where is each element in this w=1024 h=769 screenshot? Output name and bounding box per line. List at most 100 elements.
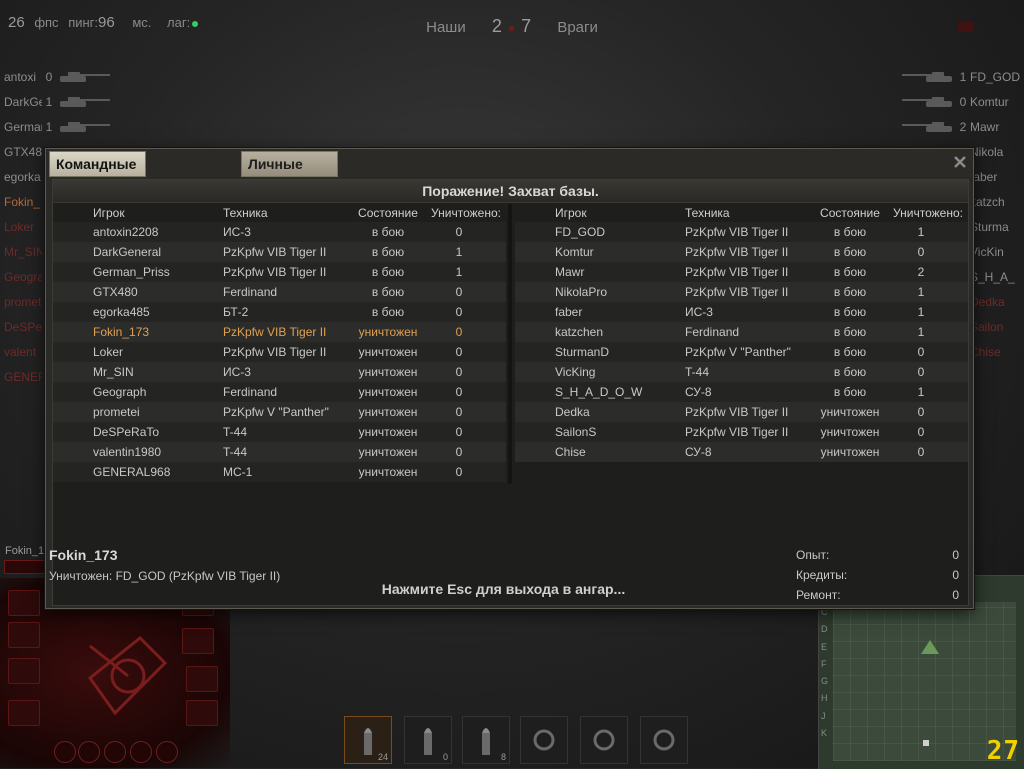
kill-count: 0: [917, 345, 925, 359]
tank-name: ИС-3: [223, 225, 251, 239]
tank-name: PzKpfw VIB Tiger II: [685, 225, 789, 239]
minimap-row-label: E: [821, 641, 828, 652]
module-icon: [8, 590, 40, 616]
tank-name: СУ-8: [685, 385, 712, 399]
side-player-name: Nikola: [970, 144, 1004, 159]
vehicle-state: уничтожен: [820, 405, 880, 419]
player-name: Mr_SIN: [93, 365, 134, 379]
tank-icon: [898, 121, 956, 133]
tab-personal-achievements[interactable]: Личные достижения: [241, 151, 339, 196]
tank-name: МС-1: [223, 465, 253, 479]
tab-team-achievements[interactable]: Командные достижения: [49, 151, 147, 196]
side-player-name: VicKin: [970, 244, 1004, 259]
col-state: Состояние: [358, 206, 418, 220]
close-button[interactable]: [951, 153, 969, 171]
player-name: German_Priss: [93, 265, 170, 279]
kill-count: 0: [455, 285, 463, 299]
side-player-name: Geogra: [4, 269, 42, 284]
module-icon: [8, 700, 40, 726]
table-row: German_Priss PzKpfw VIB Tiger II в бою 1: [53, 262, 506, 282]
consumable-repair-slot[interactable]: [520, 716, 568, 764]
crew-icon: [156, 741, 178, 763]
list-item: German1: [4, 118, 114, 143]
table-header: Игрок Техника Состояние Уничтожено:: [53, 204, 506, 222]
base-marker-icon: [923, 740, 929, 746]
tank-name: PzKpfw V "Panther": [223, 405, 329, 419]
tank-name: PzKpfw VIB Tiger II: [223, 245, 327, 259]
player-name: antoxin2208: [93, 225, 159, 239]
tank-icon: [56, 71, 114, 83]
side-player-name: GTX480: [4, 144, 42, 159]
side-player-name: katzch: [970, 194, 1005, 209]
stat-value: 0: [952, 548, 959, 562]
consumable-extinguisher-icon: [653, 729, 675, 751]
kill-count: 0: [917, 405, 925, 419]
module-icon: [186, 666, 218, 692]
consumable-medkit-slot[interactable]: [580, 716, 628, 764]
vehicle-state: в бою: [371, 225, 405, 239]
side-kill-count: 0: [959, 94, 967, 109]
list-item: antoxi 0: [4, 68, 114, 93]
side-player-name: S_H_A_: [970, 269, 1015, 284]
vehicle-state: в бою: [833, 345, 867, 359]
ammo-slot[interactable]: 8: [462, 716, 510, 764]
score-bar: Наши 2 ● 7 Враги: [0, 16, 1024, 37]
tank-name: PzKpfw VIB Tiger II: [223, 325, 327, 339]
kill-count: 0: [455, 305, 463, 319]
minimap-row-label: H: [821, 693, 828, 704]
ally-label: Наши: [426, 19, 466, 36]
minimap-row-label: D: [821, 624, 828, 635]
tank-name: PzKpfw VIB Tiger II: [685, 405, 789, 419]
crew-icon: [104, 741, 126, 763]
close-icon: [954, 156, 966, 168]
kill-count: 1: [917, 285, 925, 299]
player-marker-icon: [921, 640, 939, 654]
side-kill-count: 1: [45, 119, 53, 134]
list-item: 0 Komtur: [898, 93, 1020, 118]
kill-count: 1: [917, 325, 925, 339]
kill-count: 0: [917, 365, 925, 379]
kill-count: 1: [917, 225, 925, 239]
side-player-name: GENERA: [4, 369, 42, 384]
shell-icon: [482, 728, 490, 755]
table-row: Fokin_173 PzKpfw VIB Tiger II уничтожен 0: [53, 322, 506, 342]
player-name: FD_GOD: [555, 225, 606, 239]
stat-value: 0: [952, 588, 959, 602]
health-bar: [4, 560, 50, 574]
tank-name: Ferdinand: [685, 325, 740, 339]
kill-count: 0: [455, 325, 463, 339]
player-name: SailonS: [555, 425, 597, 439]
vehicle-state: в бою: [833, 365, 867, 379]
table-header: Игрок Техника Состояние Уничтожено:: [515, 204, 968, 222]
kill-count: 2: [917, 265, 925, 279]
consumable-repair-icon: [533, 729, 555, 751]
table-row: FD_GOD PzKpfw VIB Tiger II в бою 1: [515, 222, 968, 242]
table-row: DarkGeneral PzKpfw VIB Tiger II в бою 1: [53, 242, 506, 262]
vehicle-state: в бою: [371, 265, 405, 279]
vehicle-state: в бою: [833, 385, 867, 399]
tank-name: T-44: [223, 445, 248, 459]
player-name: Mawr: [555, 265, 585, 279]
kill-count: 0: [455, 445, 463, 459]
player-name: egorka485: [93, 305, 150, 319]
table-row: GTX480 Ferdinand в бою 0: [53, 282, 506, 302]
list-item: DarkGe1: [4, 93, 114, 118]
consumable-extinguisher-slot[interactable]: [640, 716, 688, 764]
ammo-slot[interactable]: 24: [344, 716, 392, 764]
player-short-name: Fokin_17: [5, 545, 51, 557]
ammo-slot[interactable]: 0: [404, 716, 452, 764]
list-item: 1 FD_GOD: [898, 68, 1020, 93]
side-kill-count: 1: [959, 69, 967, 84]
vehicle-state: в бою: [833, 245, 867, 259]
minimap-row-label: G: [821, 676, 829, 687]
minimap-row-label: F: [821, 658, 827, 669]
vehicle-state: уничтожен: [358, 345, 418, 359]
player-name: Geograph: [93, 385, 147, 399]
enemy-base-marker-icon: [958, 22, 974, 32]
tank-name: ИС-3: [685, 305, 713, 319]
side-kill-count: 2: [959, 119, 967, 134]
player-name: valentin1980: [93, 445, 162, 459]
player-name: DarkGeneral: [93, 245, 162, 259]
vehicle-state: уничтожен: [358, 325, 418, 339]
col-state: Состояние: [820, 206, 880, 220]
